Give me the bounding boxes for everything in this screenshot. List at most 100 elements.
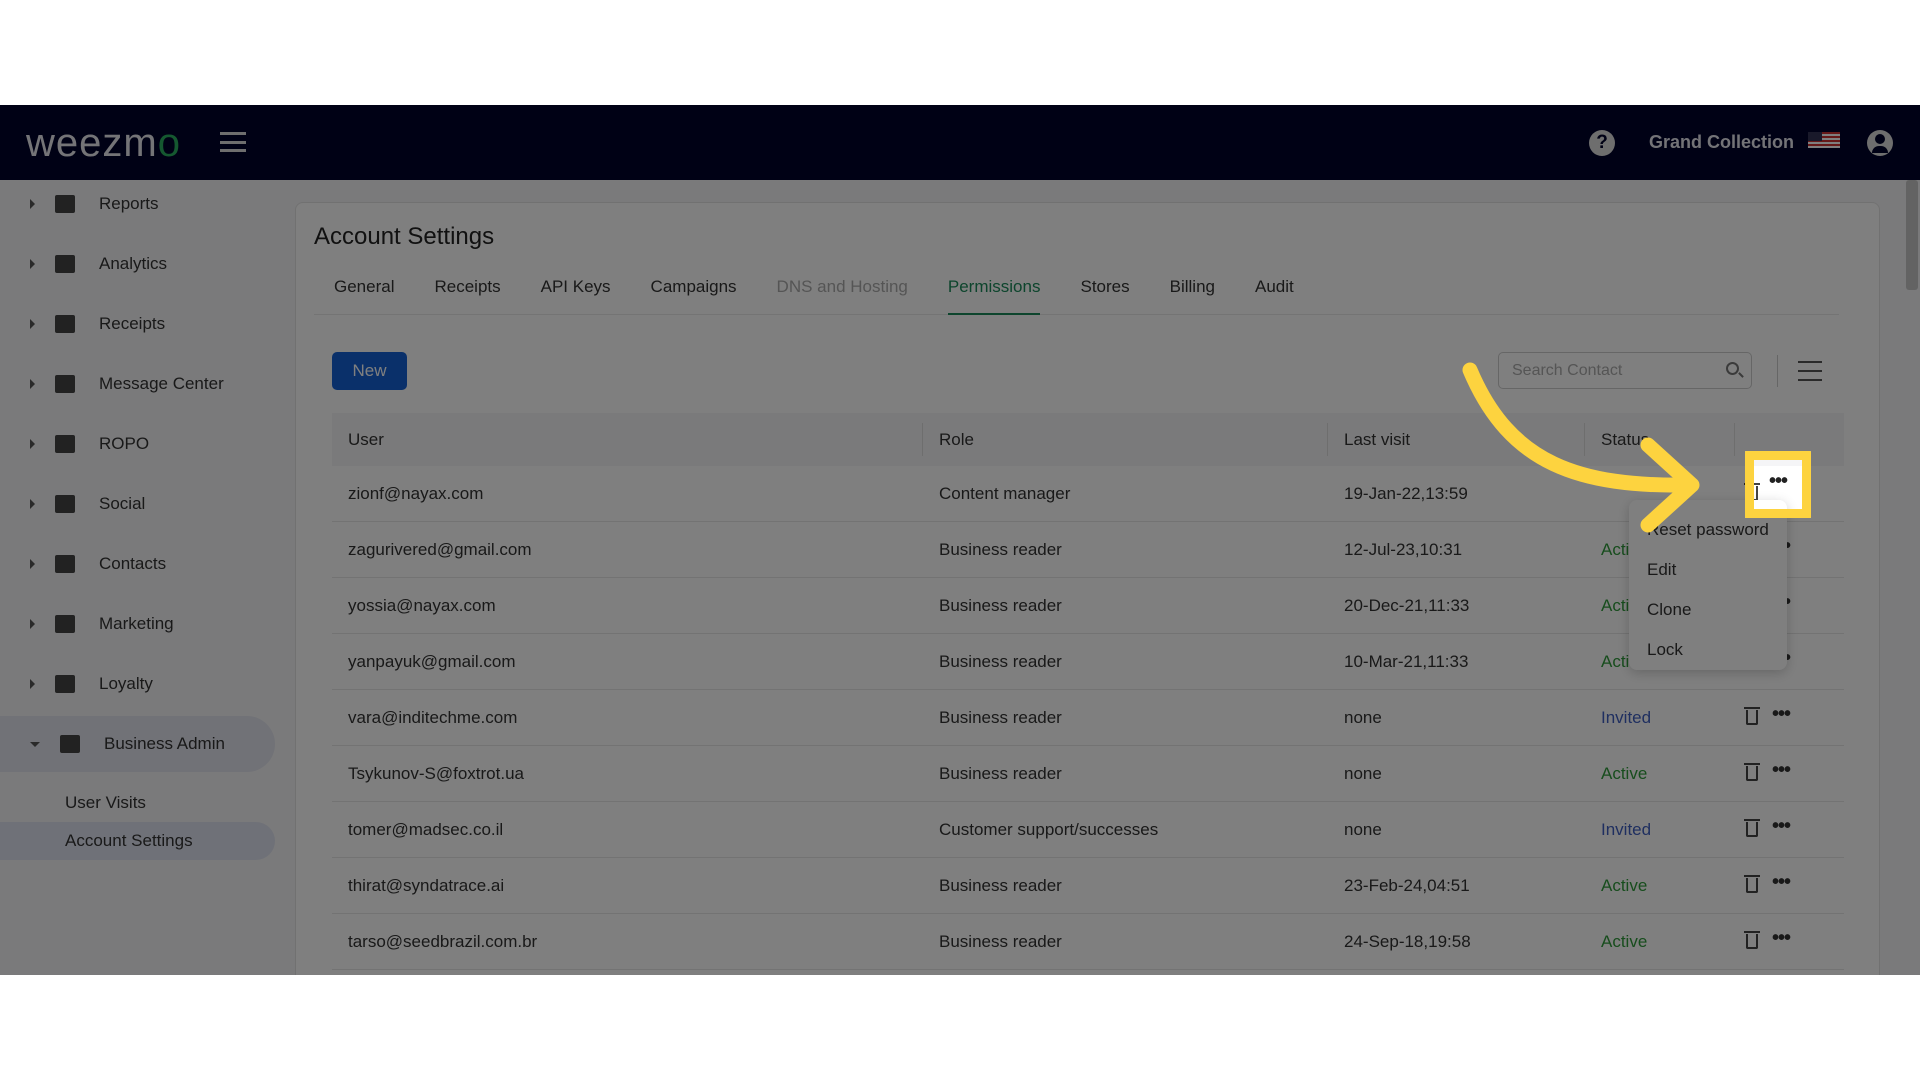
user-email: tarso@seedbrazil.com.br <box>348 931 538 951</box>
trash-icon[interactable] <box>1744 875 1760 893</box>
receipt-icon <box>55 315 75 333</box>
tab-general[interactable]: General <box>334 273 394 315</box>
tab-receipts[interactable]: Receipts <box>434 273 500 315</box>
sidebar-item-label: Loyalty <box>99 674 153 693</box>
user-role: Business reader <box>939 595 1062 615</box>
last-visit: 24-Sep-18,19:58 <box>1344 931 1471 951</box>
filter-settings-icon[interactable] <box>1798 358 1822 384</box>
table-row[interactable]: tarso@seedbrazil.com.br Business reader 24… <box>332 914 1844 970</box>
sidebar-item-contacts[interactable]: Contacts <box>0 536 275 592</box>
user-role: Business reader <box>939 931 1062 951</box>
table-header: User Role Last visit Status <box>332 413 1844 466</box>
sidebar-item-label: Social <box>99 494 146 513</box>
table-row[interactable]: yanpayuk@gmail.com Business reader 10-Mar-… <box>332 634 1844 690</box>
tag-icon <box>55 675 75 693</box>
gear-icon <box>60 735 80 753</box>
col-user[interactable]: User <box>348 430 384 450</box>
tab-dns-and-hosting[interactable]: DNS and Hosting <box>777 273 908 315</box>
table-row[interactable]: Tsykunov-S@foxtrot.ua Business reader none… <box>332 746 1844 802</box>
user-role: Business reader <box>939 875 1062 895</box>
more-actions-icon[interactable]: ••• <box>1766 815 1796 845</box>
sidebar-item-analytics[interactable]: Analytics <box>0 236 275 292</box>
menu-item-clone[interactable]: Clone <box>1629 590 1787 630</box>
user-email: thirat@syndatrace.ai <box>348 875 505 895</box>
table-row[interactable]: zagurivered@gmail.com Business reader 12-J… <box>332 522 1844 578</box>
col-status[interactable]: Status <box>1601 430 1649 450</box>
divider <box>1777 355 1778 387</box>
sidebar-item-message-center[interactable]: Message Center <box>0 356 275 412</box>
last-visit: none <box>1344 763 1382 783</box>
tab-audit[interactable]: Audit <box>1255 273 1294 315</box>
tab-campaigns[interactable]: Campaigns <box>651 273 737 315</box>
table-row[interactable]: thirat@syndatrace.ai Business reader 23-Fe… <box>332 858 1844 914</box>
user-role: Business reader <box>939 763 1062 783</box>
search-input[interactable]: Search Contact <box>1498 352 1752 389</box>
trash-icon[interactable] <box>1744 707 1760 725</box>
people-icon <box>55 495 75 513</box>
scrollbar[interactable] <box>1906 180 1918 290</box>
row-actions-menu: Reset password Edit Clone Lock <box>1629 500 1787 670</box>
tab-api-keys[interactable]: API Keys <box>541 273 611 315</box>
sidebar-item-ropo[interactable]: ROPO <box>0 416 275 472</box>
sidebar-subitem-account-settings[interactable]: Account Settings <box>0 822 275 860</box>
user-email: yossia@nayax.com <box>348 595 496 615</box>
table-row[interactable]: yossia@nayax.com Business reader 20-Dec-21… <box>332 578 1844 634</box>
user-email: zionf@nayax.com <box>348 483 484 503</box>
contacts-icon <box>55 555 75 573</box>
search-icon[interactable] <box>1726 362 1739 375</box>
user-account-icon[interactable] <box>1867 130 1893 156</box>
user-email: tomer@madsec.co.il <box>348 819 504 839</box>
help-icon[interactable]: ? <box>1589 130 1615 156</box>
more-actions-icon[interactable]: ••• <box>1766 927 1796 957</box>
sidebar-item-receipts[interactable]: Receipts <box>0 296 275 352</box>
table-row[interactable]: tomer@madsec.co.il Customer support/succe… <box>332 802 1844 858</box>
user-role: Content manager <box>939 483 1071 503</box>
user-email: yanpayuk@gmail.com <box>348 651 516 671</box>
caret-right-icon <box>30 499 35 509</box>
store-name[interactable]: Grand Collection <box>1649 132 1794 153</box>
more-actions-icon[interactable]: ••• <box>1766 703 1796 733</box>
sidebar-item-loyalty[interactable]: Loyalty <box>0 656 275 712</box>
new-button[interactable]: New <box>332 352 407 390</box>
last-visit: none <box>1344 819 1382 839</box>
last-visit: 12-Jul-23,10:31 <box>1344 539 1463 559</box>
tab-billing[interactable]: Billing <box>1170 273 1215 315</box>
caret-right-icon <box>30 679 35 689</box>
sidebar-item-business-admin[interactable]: Business Admin <box>0 716 275 772</box>
table-row[interactable]: vara@inditechme.com Business reader none In… <box>332 690 1844 746</box>
more-actions-icon[interactable]: ••• <box>1766 759 1796 789</box>
last-visit: 19-Jan-22,13:59 <box>1344 483 1468 503</box>
table-row[interactable]: zionf@nayax.com Content manager 19-Jan-22,… <box>332 466 1844 522</box>
last-visit: 10-Mar-21,11:33 <box>1344 651 1469 671</box>
sidebar-item-label: Reports <box>99 194 159 213</box>
sidebar-item-label: Receipts <box>99 314 166 333</box>
trash-icon[interactable] <box>1744 931 1760 949</box>
col-last-visit[interactable]: Last visit <box>1344 430 1410 450</box>
hamburger-menu-icon[interactable] <box>220 132 246 152</box>
sidebar-item-marketing[interactable]: Marketing <box>0 596 275 652</box>
col-role[interactable]: Role <box>939 430 974 450</box>
sidebar-subitem-user-visits[interactable]: User Visits <box>0 784 275 822</box>
trash-icon[interactable] <box>1744 763 1760 781</box>
more-actions-icon[interactable]: ••• <box>1766 871 1796 901</box>
us-flag-icon[interactable] <box>1808 132 1840 148</box>
menu-item-lock[interactable]: Lock <box>1629 630 1787 670</box>
permissions-table: User Role Last visit Status zionf@nayax.… <box>332 413 1844 970</box>
user-email: zagurivered@gmail.com <box>348 539 532 559</box>
trash-icon[interactable] <box>1744 819 1760 837</box>
app: weezmo ? Grand Collection Reports Analyti… <box>0 105 1920 975</box>
tab-permissions[interactable]: Permissions <box>947 273 1041 315</box>
tab-stores[interactable]: Stores <box>1080 273 1129 315</box>
caret-right-icon <box>30 439 35 449</box>
caret-right-icon <box>30 259 35 269</box>
logo[interactable]: weezmo <box>26 121 181 166</box>
caret-down-icon <box>30 741 40 747</box>
last-visit: 23-Feb-24,04:51 <box>1344 875 1470 895</box>
caret-right-icon <box>30 619 35 629</box>
top-navbar: weezmo ? Grand Collection <box>0 105 1920 180</box>
menu-item-edit[interactable]: Edit <box>1629 550 1787 590</box>
more-actions-button[interactable]: ••• <box>1763 470 1793 500</box>
sidebar-item-reports[interactable]: Reports <box>0 176 275 232</box>
sidebar-item-social[interactable]: Social <box>0 476 275 532</box>
status-badge: Active <box>1601 875 1648 895</box>
